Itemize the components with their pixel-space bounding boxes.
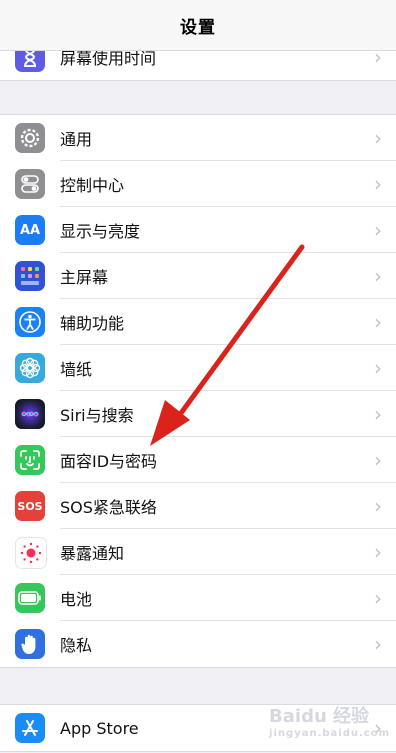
chevron-right-icon: ›: [374, 310, 382, 334]
row-label: 电池: [60, 590, 93, 609]
row-label: Siri与搜索: [60, 406, 134, 425]
row-label: 显示与亮度: [60, 222, 141, 241]
hand-icon: [15, 629, 45, 659]
row-label: 控制中心: [60, 176, 125, 195]
chevron-right-icon: ›: [374, 540, 382, 564]
settings-row-privacy[interactable]: 隐私 ›: [0, 621, 396, 667]
chevron-right-icon: ›: [374, 218, 382, 242]
chevron-right-icon: ›: [374, 264, 382, 288]
settings-row-battery[interactable]: 电池 ›: [0, 575, 396, 621]
icon-glyph: SOS: [17, 499, 43, 513]
row-label: 暴露通知: [60, 544, 125, 563]
siri-icon: [15, 399, 45, 429]
home-grid-icon: [15, 261, 45, 291]
settings-row-exposure[interactable]: 暴露通知 ›: [0, 529, 396, 575]
chevron-right-icon: ›: [374, 632, 382, 656]
gear-icon: [15, 123, 45, 153]
row-label: 辅助功能: [60, 314, 125, 333]
settings-row-sos[interactable]: SOS SOS紧急联络 ›: [0, 483, 396, 529]
settings-row-wallpaper[interactable]: 墙纸 ›: [0, 345, 396, 391]
settings-row-general[interactable]: 通用 ›: [0, 115, 396, 161]
settings-row-display[interactable]: AA 显示与亮度 ›: [0, 207, 396, 253]
page-title: 设置: [180, 17, 216, 38]
settings-row-accessibility[interactable]: 辅助功能 ›: [0, 299, 396, 345]
watermark-sub: jingyan.baidu.com: [269, 728, 390, 739]
row-label: 隐私: [60, 636, 93, 655]
toggle-icon: [15, 169, 45, 199]
chevron-right-icon: ›: [374, 586, 382, 610]
settings-row-siri[interactable]: Siri与搜索 ›: [0, 391, 396, 437]
chevron-right-icon: ›: [374, 172, 382, 196]
watermark-text: Baidu 经验: [269, 706, 370, 727]
faceid-icon: [15, 445, 45, 475]
chevron-right-icon: ›: [374, 356, 382, 380]
chevron-right-icon: ›: [374, 402, 382, 426]
icon-glyph: AA: [19, 222, 41, 238]
nav-bar: 设置: [0, 0, 396, 51]
settings-row-home-screen[interactable]: 主屏幕 ›: [0, 253, 396, 299]
exposure-icon: [15, 537, 47, 569]
flower-icon: [15, 353, 45, 383]
appstore-icon: [15, 713, 45, 743]
chevron-right-icon: ›: [374, 126, 382, 150]
battery-icon: [15, 583, 45, 613]
watermark: Baidu 经验 jingyan.baidu.com: [269, 702, 390, 739]
row-label: 墙纸: [60, 360, 93, 379]
accessibility-icon: [15, 307, 45, 337]
settings-row-control-center[interactable]: 控制中心 ›: [0, 161, 396, 207]
main-settings-group: 通用 › 控制中心 › AA 显示与亮度 › 主屏幕 › 辅助功能 › 墙纸 ›…: [0, 114, 396, 668]
chevron-right-icon: ›: [374, 494, 382, 518]
sos-icon: SOS: [15, 491, 45, 521]
row-label: SOS紧急联络: [60, 498, 157, 517]
chevron-right-icon: ›: [374, 448, 382, 472]
settings-row-faceid[interactable]: 面容ID与密码 ›: [0, 437, 396, 483]
row-label: 主屏幕: [60, 268, 109, 287]
row-label: 通用: [60, 130, 93, 149]
row-label: 面容ID与密码: [60, 452, 158, 471]
display-aa-icon: AA: [15, 215, 45, 245]
row-label: App Store: [60, 718, 139, 738]
